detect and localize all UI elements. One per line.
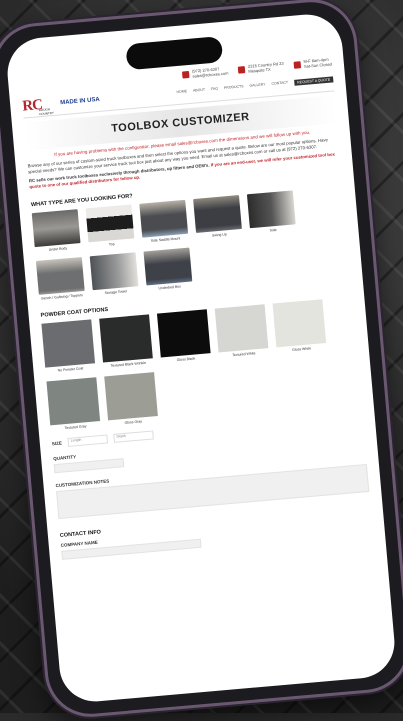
swatch-color [214, 304, 269, 353]
type-thumbnail [35, 257, 85, 295]
made-in-usa-badge: MADE IN USA [60, 96, 101, 107]
nav-contact[interactable]: CONTACT [271, 80, 288, 87]
type-thumbnail [31, 209, 81, 248]
depth-select[interactable]: Depth [113, 430, 154, 443]
swatch-color [104, 372, 158, 421]
website: (972) 270-6307 sales@rcboxes.com 2315 Cou… [8, 53, 397, 704]
length-select[interactable]: Length [67, 434, 109, 447]
type-option[interactable]: Storage Tower [89, 252, 139, 296]
type-option[interactable]: Side [246, 190, 296, 234]
type-option[interactable]: Swing Up [193, 195, 242, 239]
swatch-color [272, 299, 327, 348]
type-thumbnail [85, 204, 135, 243]
swatch-option[interactable]: Textured White [214, 304, 269, 358]
type-thumbnail [143, 247, 193, 286]
nav-products[interactable]: PRODUCTS [224, 84, 244, 92]
swatch-color [156, 309, 211, 358]
type-thumbnail [246, 190, 296, 229]
clock-icon [293, 60, 302, 69]
phone-frame: (972) 270-6307 sales@rcboxes.com 2315 Cou… [0, 0, 403, 721]
nav-request-quote[interactable]: REQUEST A QUOTE [293, 76, 334, 86]
logo-subtext: ROUGH COUNTRY [38, 107, 55, 117]
type-option[interactable]: Side Saddle Mount [139, 199, 189, 244]
swatch-grid: No Powder Coat Textured Black Wrinkle Gl… [41, 297, 361, 432]
phone-mockup: (972) 270-6307 sales@rcboxes.com 2315 Cou… [0, 0, 403, 721]
nav-gallery[interactable]: GALLERY [249, 82, 266, 89]
type-option[interactable]: Underbed Box [143, 247, 193, 292]
type-option[interactable]: Top [85, 204, 135, 248]
type-thumbnail [139, 199, 189, 238]
phone-icon [182, 70, 190, 79]
location-icon [237, 65, 246, 74]
nav-home[interactable]: HOME [176, 89, 187, 96]
nav-about[interactable]: ABOUT [193, 88, 206, 95]
size-label: SIZE [51, 440, 63, 447]
type-thumbnail [193, 195, 242, 233]
swatch-option[interactable]: Textured Black Wrinkle [99, 314, 153, 368]
swatch-option[interactable]: Textured Gray [46, 377, 101, 431]
type-option[interactable]: Under Body [31, 209, 81, 253]
rc-logo[interactable]: RC ROUGH COUNTRY [22, 95, 55, 117]
swatch-option[interactable]: Gloss Black [156, 309, 211, 363]
type-option[interactable]: Bench / Gullwing / Toppers [35, 257, 85, 301]
quantity-input[interactable] [53, 458, 125, 474]
swatch-color [99, 314, 153, 363]
main-nav: HOME ABOUT FAQ PRODUCTS GALLERY CONTACT … [176, 76, 334, 96]
type-thumbnail [89, 252, 139, 291]
swatch-option[interactable]: Gloss Gray [104, 372, 158, 426]
quote-form: SIZE Length Depth QUANTITY CUSTOMIZATION… [52, 412, 373, 560]
swatch-option[interactable]: Gloss White [272, 299, 327, 353]
contact-hours: M-F 8am-4pm Sat-Sun Closed [293, 57, 332, 70]
phone-screen: (972) 270-6307 sales@rcboxes.com 2315 Cou… [4, 11, 398, 705]
swatch-color [41, 319, 96, 368]
swatch-color [46, 377, 101, 426]
nav-faq[interactable]: FAQ [211, 87, 219, 94]
swatch-option[interactable]: No Powder Coat [41, 319, 96, 373]
page-title: TOOLBOX CUSTOMIZER [110, 110, 251, 135]
